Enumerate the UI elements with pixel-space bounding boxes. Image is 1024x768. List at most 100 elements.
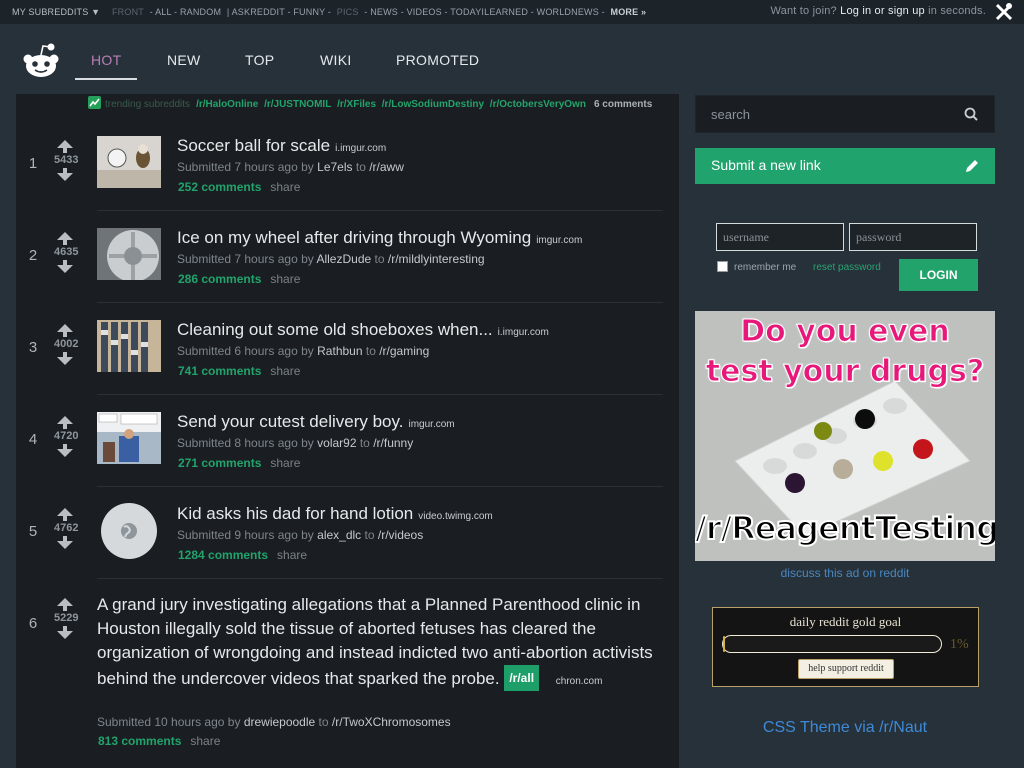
- post-thumbnail[interactable]: [97, 320, 161, 372]
- comments-link[interactable]: 271 comments: [178, 456, 261, 470]
- more-subreddits-link[interactable]: MORE »: [611, 7, 647, 17]
- sr-all-random[interactable]: - ALL - RANDOM: [147, 7, 221, 17]
- login-button[interactable]: LOGIN: [899, 259, 978, 291]
- post-thumbnail[interactable]: [97, 412, 161, 464]
- upvote-icon[interactable]: [57, 416, 73, 429]
- upvote-icon[interactable]: [57, 324, 73, 337]
- reddit-logo-icon[interactable]: [22, 42, 60, 78]
- post-author[interactable]: Le7els: [317, 160, 352, 174]
- tab-new[interactable]: NEW: [167, 52, 201, 78]
- share-link[interactable]: share: [270, 364, 300, 378]
- username-field[interactable]: [716, 223, 844, 251]
- trending-sub-link[interactable]: /r/XFiles: [337, 99, 376, 110]
- reset-password-link[interactable]: reset password: [813, 262, 881, 273]
- post-domain[interactable]: imgur.com: [536, 235, 582, 246]
- upvote-icon[interactable]: [57, 140, 73, 153]
- post-time: 10 hours ago: [154, 715, 225, 729]
- comments-link[interactable]: 286 comments: [178, 272, 261, 286]
- help-support-button[interactable]: help support reddit: [798, 659, 894, 679]
- post-actions: 1284 comments share: [178, 548, 307, 562]
- downvote-icon[interactable]: [57, 536, 73, 549]
- search-icon[interactable]: [964, 107, 978, 121]
- comments-link[interactable]: 1284 comments: [178, 548, 268, 562]
- post-thumbnail[interactable]: [97, 228, 161, 280]
- sr-news-worldnews[interactable]: - NEWS - VIDEOS - TODAYILEARNED - WORLDN…: [362, 7, 608, 17]
- downvote-icon[interactable]: [57, 626, 73, 639]
- post-title[interactable]: Soccer ball for scale: [177, 136, 330, 155]
- upvote-icon[interactable]: [57, 508, 73, 521]
- gold-progress-bar: [722, 635, 942, 653]
- trending-comments-link[interactable]: 6 comments: [594, 99, 652, 110]
- comments-link[interactable]: 741 comments: [178, 364, 261, 378]
- submit-link-button[interactable]: Submit a new link: [695, 148, 995, 184]
- trending-sub-link[interactable]: /r/HaloOnline: [196, 99, 258, 110]
- post-author[interactable]: Rathbun: [317, 344, 362, 358]
- comments-link[interactable]: 813 comments: [98, 734, 181, 748]
- share-link[interactable]: share: [190, 734, 220, 748]
- tab-hot[interactable]: HOT: [75, 52, 138, 80]
- discuss-ad-link[interactable]: discuss this ad on reddit: [695, 566, 995, 580]
- downvote-icon[interactable]: [57, 260, 73, 273]
- post-title[interactable]: A grand jury investigating allegations t…: [97, 595, 653, 688]
- site-header: [0, 24, 1024, 94]
- password-field[interactable]: [849, 223, 977, 251]
- post-title-link[interactable]: Ice on my wheel after driving through Wy…: [177, 228, 582, 248]
- post-author[interactable]: AllezDude: [316, 252, 371, 266]
- downvote-icon[interactable]: [57, 352, 73, 365]
- post-author[interactable]: drewiepoodle: [244, 715, 315, 729]
- post-subreddit[interactable]: /r/gaming: [379, 344, 429, 358]
- trending-sub-link[interactable]: /r/LowSodiumDestiny: [382, 99, 484, 110]
- post-title[interactable]: Send your cutest delivery boy.: [177, 412, 403, 431]
- post-title-link[interactable]: Send your cutest delivery boy. imgur.com: [177, 412, 455, 432]
- post-domain[interactable]: i.imgur.com: [335, 143, 386, 154]
- post-title[interactable]: Cleaning out some old shoeboxes when...: [177, 320, 493, 339]
- vote-box: 4002: [54, 324, 78, 365]
- css-theme-credit-link[interactable]: CSS Theme via /r/Naut: [695, 719, 995, 737]
- downvote-icon[interactable]: [57, 444, 73, 457]
- trending-sub-link[interactable]: /r/JUSTNOMIL: [264, 99, 331, 110]
- post-domain[interactable]: i.imgur.com: [498, 327, 549, 338]
- post-title-link[interactable]: Kid asks his dad for hand lotion video.tw…: [177, 504, 493, 524]
- post-title-link[interactable]: A grand jury investigating allegations t…: [97, 593, 657, 694]
- post-title[interactable]: Kid asks his dad for hand lotion: [177, 504, 413, 523]
- share-link[interactable]: share: [277, 548, 307, 562]
- remember-me-checkbox[interactable]: [717, 261, 728, 272]
- post-author[interactable]: volar92: [317, 436, 356, 450]
- post-domain[interactable]: chron.com: [556, 676, 603, 687]
- post-subreddit[interactable]: /r/TwoXChromosomes: [332, 715, 451, 729]
- globe-icon[interactable]: [100, 502, 158, 560]
- post-subreddit[interactable]: /r/mildlyinteresting: [388, 252, 485, 266]
- upvote-icon[interactable]: [57, 232, 73, 245]
- sr-askreddit-funny[interactable]: | ASKREDDIT - FUNNY -: [224, 7, 334, 17]
- post-subreddit[interactable]: /r/videos: [378, 528, 423, 542]
- post-title-link[interactable]: Soccer ball for scale i.imgur.com: [177, 136, 386, 156]
- login-signup-link[interactable]: Log in or sign up: [840, 5, 925, 17]
- post-subreddit[interactable]: /r/aww: [369, 160, 404, 174]
- share-link[interactable]: share: [270, 272, 300, 286]
- tab-promoted[interactable]: PROMOTED: [396, 52, 479, 78]
- comments-link[interactable]: 252 comments: [178, 180, 261, 194]
- post-title[interactable]: Ice on my wheel after driving through Wy…: [177, 228, 531, 247]
- post-title-link[interactable]: Cleaning out some old shoeboxes when... i…: [177, 320, 549, 340]
- all-badge[interactable]: /r/all: [504, 665, 540, 691]
- share-link[interactable]: share: [270, 456, 300, 470]
- post-author[interactable]: alex_dlc: [317, 528, 361, 542]
- sr-front[interactable]: FRONT: [112, 7, 144, 17]
- post-score: 4762: [54, 522, 79, 534]
- sidebar-ad[interactable]: Do you even test your drugs? /r/ReagentT…: [695, 311, 995, 561]
- trending-sub-link[interactable]: /r/OctobersVeryOwn: [490, 99, 586, 110]
- post-domain[interactable]: imgur.com: [408, 419, 454, 430]
- sr-pics[interactable]: PICS: [337, 7, 359, 17]
- tools-icon[interactable]: [994, 2, 1014, 22]
- upvote-icon[interactable]: [57, 598, 73, 611]
- my-subreddits-dropdown[interactable]: MY SUBREDDITS ▼: [12, 7, 100, 17]
- post-thumbnail[interactable]: [97, 136, 161, 188]
- post-subreddit[interactable]: /r/funny: [373, 436, 413, 450]
- divider: [97, 210, 663, 211]
- tab-wiki[interactable]: WIKI: [320, 52, 352, 78]
- post-domain[interactable]: video.twimg.com: [418, 511, 492, 522]
- share-link[interactable]: share: [270, 180, 300, 194]
- downvote-icon[interactable]: [57, 168, 73, 181]
- search-input[interactable]: [696, 96, 956, 132]
- tab-top[interactable]: TOP: [245, 52, 274, 78]
